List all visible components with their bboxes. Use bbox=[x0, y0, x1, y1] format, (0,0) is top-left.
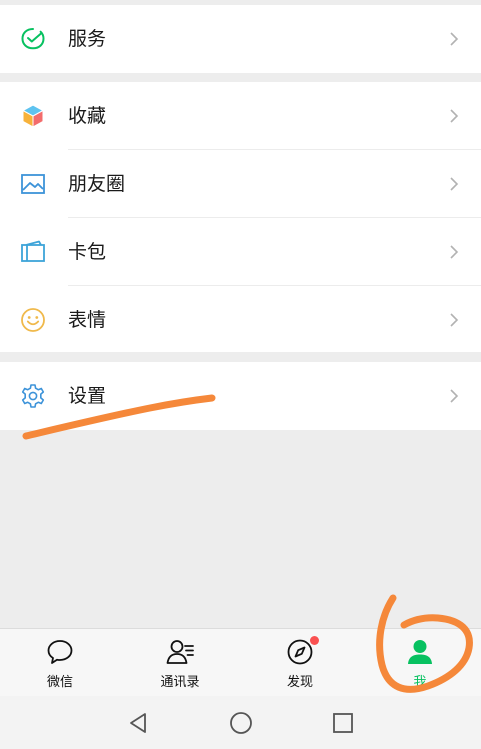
tab-discover[interactable]: 发现 bbox=[240, 629, 360, 697]
tab-contacts[interactable]: 通讯录 bbox=[120, 629, 240, 697]
wechat-pay-icon bbox=[20, 26, 46, 52]
discover-badge-dot bbox=[310, 636, 319, 645]
card-wallet-icon bbox=[20, 239, 46, 265]
contacts-icon bbox=[165, 637, 195, 667]
bottom-tab-bar: 微信 通讯录 发现 我 bbox=[0, 628, 481, 696]
image-icon bbox=[20, 171, 46, 197]
tab-chats[interactable]: 微信 bbox=[0, 629, 120, 697]
wechat-me-screen: 服务 收藏 朋友圈 卡包 表情 设置 微信 通讯录 发现 我 bbox=[0, 0, 481, 749]
tab-me[interactable]: 我 bbox=[360, 629, 480, 697]
menu-item-services[interactable]: 服务 bbox=[0, 5, 481, 73]
home-circle-icon[interactable] bbox=[228, 710, 254, 736]
back-triangle-icon[interactable] bbox=[126, 710, 152, 736]
chevron-right-icon bbox=[448, 312, 460, 328]
chevron-right-icon bbox=[448, 388, 460, 404]
menu-item-favorites[interactable]: 收藏 bbox=[0, 82, 481, 150]
system-nav-bar bbox=[0, 696, 481, 749]
chevron-right-icon bbox=[448, 176, 460, 192]
services-group: 服务 bbox=[0, 5, 481, 73]
settings-group: 设置 bbox=[0, 362, 481, 430]
services-label: 服务 bbox=[68, 28, 107, 50]
chevron-right-icon bbox=[448, 108, 460, 124]
smiley-icon bbox=[20, 307, 46, 333]
chevron-right-icon bbox=[448, 244, 460, 260]
stickers-label: 表情 bbox=[68, 309, 107, 331]
cube-icon bbox=[20, 103, 46, 129]
menu-item-cards[interactable]: 卡包 bbox=[0, 218, 481, 286]
settings-label: 设置 bbox=[68, 385, 107, 407]
moments-label: 朋友圈 bbox=[68, 173, 126, 195]
chevron-right-icon bbox=[448, 31, 460, 47]
menu-item-moments[interactable]: 朋友圈 bbox=[0, 150, 481, 218]
tab-discover-label: 发现 bbox=[286, 675, 313, 690]
menu-item-stickers[interactable]: 表情 bbox=[0, 286, 481, 354]
favorites-label: 收藏 bbox=[68, 105, 107, 127]
tab-chats-label: 微信 bbox=[46, 675, 73, 690]
tab-me-label: 我 bbox=[413, 675, 427, 690]
chat-bubble-icon bbox=[45, 637, 75, 667]
gear-icon bbox=[20, 383, 46, 409]
menu-item-settings[interactable]: 设置 bbox=[0, 362, 481, 430]
person-icon bbox=[405, 637, 435, 667]
content-group: 收藏 朋友圈 卡包 表情 bbox=[0, 82, 481, 352]
recents-square-icon[interactable] bbox=[330, 710, 356, 736]
tab-contacts-label: 通讯录 bbox=[160, 675, 200, 690]
cards-label: 卡包 bbox=[68, 241, 107, 263]
